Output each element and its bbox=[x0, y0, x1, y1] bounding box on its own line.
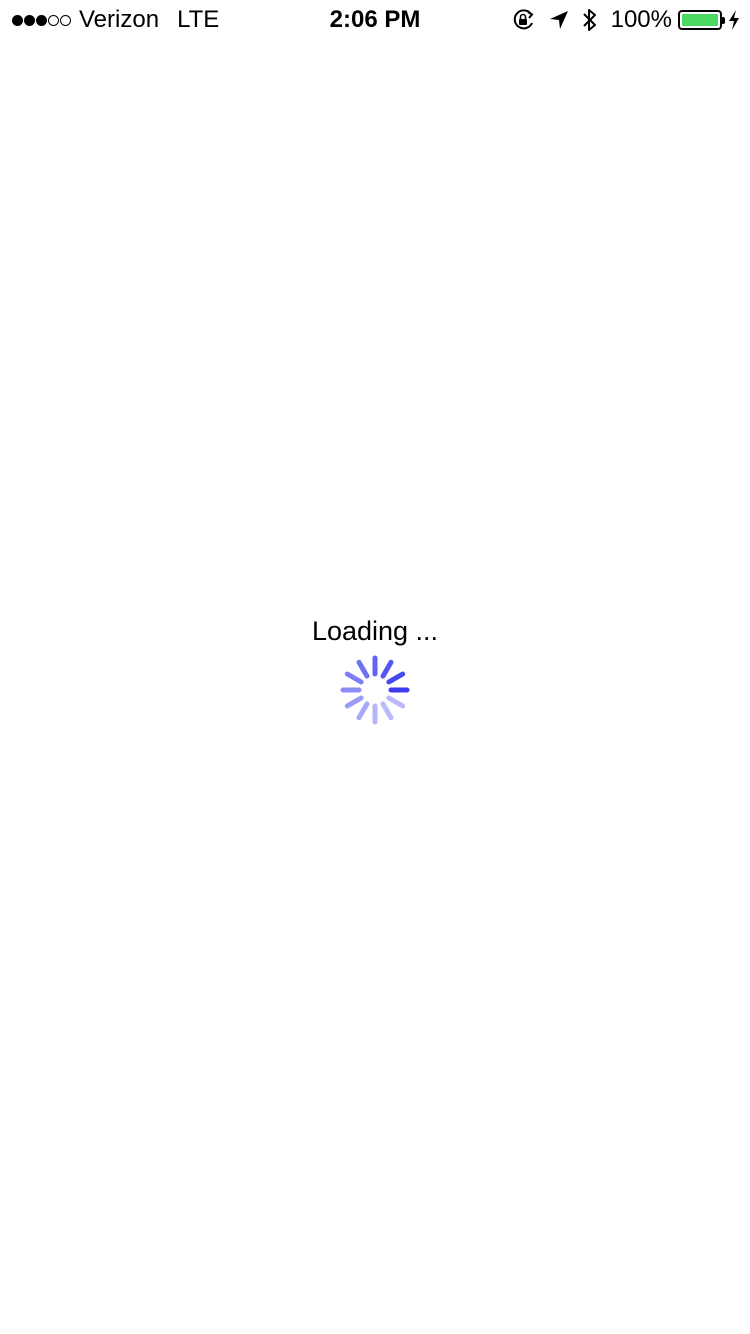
status-left: Verizon LTE bbox=[12, 6, 219, 34]
signal-dot bbox=[36, 14, 47, 26]
spinner-segment bbox=[344, 671, 364, 685]
signal-dot bbox=[48, 14, 59, 26]
loading-spinner-icon bbox=[340, 655, 410, 725]
spinner-segment bbox=[356, 659, 370, 679]
carrier-name: Verizon bbox=[79, 6, 160, 33]
charging-bolt-icon bbox=[728, 10, 740, 30]
battery-fill bbox=[682, 14, 718, 26]
status-bar: Verizon LTE 2:06 PM 100% bbox=[0, 0, 750, 40]
bluetooth-icon bbox=[581, 7, 599, 33]
location-arrow-icon bbox=[549, 10, 569, 30]
spinner-segment bbox=[356, 701, 370, 721]
loading-indicator: Loading ... bbox=[0, 612, 750, 730]
signal-dot bbox=[12, 14, 23, 26]
spinner-segment bbox=[386, 695, 406, 709]
status-right: 100% bbox=[511, 6, 740, 34]
status-time: 2:06 PM bbox=[329, 6, 421, 33]
battery-icon bbox=[678, 10, 725, 30]
battery-percent: 100% bbox=[610, 6, 672, 33]
spinner-segment bbox=[380, 701, 394, 721]
spinner-segment bbox=[344, 695, 364, 709]
rotation-lock-icon bbox=[511, 8, 537, 32]
loading-text: Loading ... bbox=[311, 616, 439, 646]
spinner-segment bbox=[380, 659, 394, 679]
network-type: LTE bbox=[177, 6, 220, 33]
spinner-segment bbox=[386, 671, 406, 685]
signal-strength-icon bbox=[12, 14, 71, 26]
signal-dot bbox=[60, 14, 71, 26]
app-screen: Verizon LTE 2:06 PM 100% Loading ... bbox=[0, 0, 750, 1334]
signal-dot bbox=[24, 14, 35, 26]
